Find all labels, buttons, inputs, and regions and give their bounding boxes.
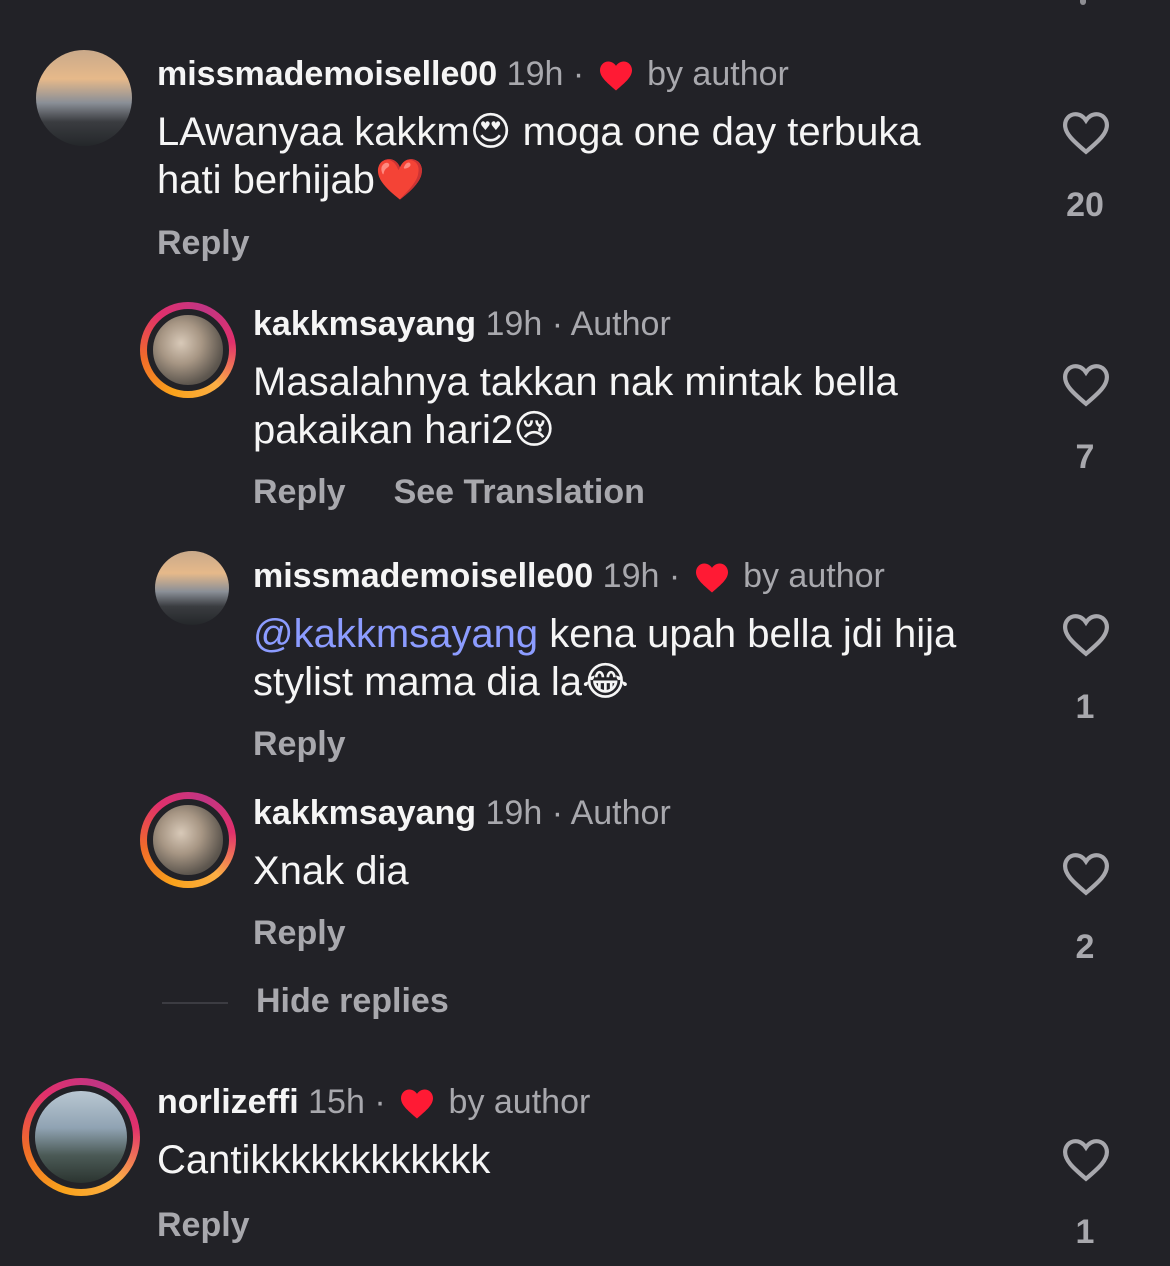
avatar[interactable]: [155, 551, 229, 625]
separator: ·: [668, 557, 681, 595]
comment-header: norlizeffi 15h · by author: [157, 1082, 590, 1122]
avatar[interactable]: [36, 50, 132, 146]
liked-by-author-badge: by author: [743, 557, 885, 595]
heart-filled-red-icon: [695, 563, 728, 593]
like-count: 20: [1066, 186, 1104, 224]
avatar[interactable]: [140, 302, 236, 398]
comment-text: @kakkmsayang kena upah bella jdi hija: [253, 610, 956, 658]
liked-by-author-badge: by author: [647, 55, 789, 93]
heart-outline-icon[interactable]: [1060, 362, 1112, 408]
comment-actions: Reply: [253, 725, 394, 764]
avatar[interactable]: [22, 1078, 140, 1196]
reply-button[interactable]: Reply: [157, 1206, 250, 1244]
heart-eyes-emoji: 😍: [469, 109, 512, 155]
like-count: 1: [1075, 688, 1095, 726]
separator: ·: [572, 55, 585, 93]
avatar-image: [155, 551, 229, 625]
comment-text-line2: stylist mama dia la😂: [253, 658, 629, 706]
avatar[interactable]: [140, 792, 236, 888]
comment-actions: Reply: [253, 914, 394, 953]
like-count: 7: [1075, 438, 1095, 476]
comment-text: Masalahnya takkan nak mintak bella: [253, 360, 898, 404]
crying-emoji: 😢: [513, 407, 555, 453]
heart-outline-icon[interactable]: [1060, 612, 1112, 658]
username[interactable]: missmademoiselle00: [157, 55, 497, 93]
like-count: 2: [1075, 928, 1095, 966]
like-count: 1: [1075, 1213, 1095, 1251]
mention-link[interactable]: @kakkmsayang: [253, 612, 538, 656]
comment-text-part: kena upah bella jdi hija: [538, 612, 957, 656]
username[interactable]: kakkmsayang: [253, 794, 476, 832]
comment-actions: Reply: [157, 1206, 298, 1245]
comment-actions: Reply: [157, 224, 298, 263]
separator: ·: [551, 794, 564, 832]
comment-header: kakkmsayang 19h · Author: [253, 304, 671, 344]
timestamp: 19h: [485, 794, 543, 832]
separator: ·: [374, 1083, 386, 1121]
comment-header: missmademoiselle00 19h · by author: [253, 556, 885, 596]
timestamp: 19h: [506, 55, 564, 93]
timestamp: 19h: [602, 557, 660, 595]
comment-text-part: hati berhijab: [157, 158, 375, 202]
liked-by-author-badge: by author: [448, 1083, 591, 1121]
see-translation-button[interactable]: See Translation: [394, 473, 645, 511]
comment-text-part: stylist mama dia la: [253, 660, 582, 704]
comment-text-line2: hati berhijab❤️: [157, 156, 425, 204]
timestamp: 19h: [485, 305, 543, 343]
comment-text: LAwanyaa kakkm😍 moga one day terbuka: [157, 108, 921, 156]
reply-button[interactable]: Reply: [253, 725, 346, 763]
username[interactable]: kakkmsayang: [253, 305, 476, 343]
username[interactable]: missmademoiselle00: [253, 557, 593, 595]
hide-replies-divider: [162, 1002, 228, 1004]
separator: ·: [551, 305, 564, 343]
heart-outline-icon[interactable]: [1060, 1137, 1112, 1183]
comment-text-line2: pakaikan hari2😢: [253, 406, 555, 454]
comment-header: kakkmsayang 19h · Author: [253, 793, 671, 833]
reply-button[interactable]: Reply: [157, 224, 250, 262]
username[interactable]: norlizeffi: [157, 1083, 299, 1121]
reply-button[interactable]: Reply: [253, 473, 346, 511]
avatar-image: [147, 309, 229, 391]
heart-filled-red-icon: [599, 61, 632, 91]
avatar-image: [36, 50, 132, 146]
comment-header: missmademoiselle00 19h · by author: [157, 54, 789, 94]
scroll-edge-mark: [1080, 0, 1086, 5]
author-badge: Author: [570, 794, 671, 832]
author-badge: Author: [570, 305, 671, 343]
comment-text: Cantikkkkkkkkkkkk: [157, 1138, 491, 1182]
comment-text-part: moga one day terbuka: [511, 110, 921, 154]
reply-button[interactable]: Reply: [253, 914, 346, 952]
timestamp: 15h: [308, 1083, 365, 1121]
avatar-image: [147, 799, 229, 881]
comment-text-part: LAwanyaa kakkm: [157, 110, 470, 154]
heart-filled-red-icon: [401, 1089, 434, 1119]
comment-text-part: pakaikan hari2: [253, 408, 514, 452]
hide-replies-button[interactable]: Hide replies: [256, 982, 449, 1021]
laughing-emoji: 😂: [581, 659, 629, 705]
red-heart-emoji: ❤️: [374, 157, 425, 203]
avatar-image: [29, 1085, 133, 1189]
heart-outline-icon[interactable]: [1060, 110, 1112, 156]
comment-actions: Reply See Translation: [253, 473, 693, 512]
comment-text: Xnak dia: [253, 849, 409, 893]
heart-outline-icon[interactable]: [1060, 851, 1112, 897]
